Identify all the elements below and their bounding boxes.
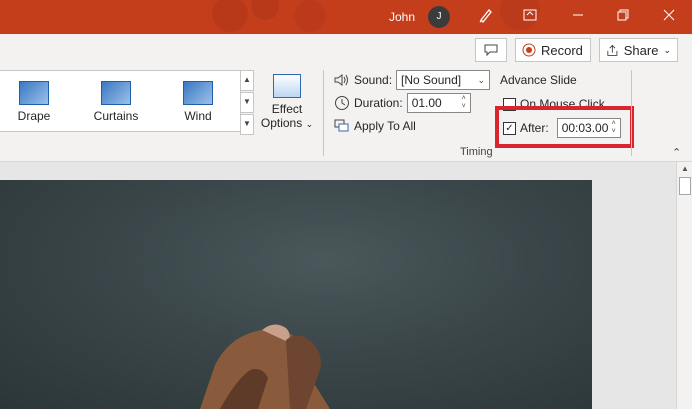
hands-image — [200, 324, 330, 409]
sound-row: Sound: [No Sound] ⌄ — [334, 70, 491, 90]
user-name: John — [389, 10, 416, 24]
transition-label: Curtains — [93, 109, 139, 123]
transition-wind[interactable]: Wind — [168, 77, 228, 123]
comment-icon — [484, 44, 498, 56]
drape-icon — [19, 81, 49, 105]
effect-options-label-1: Effect — [271, 102, 303, 116]
sound-select[interactable]: [No Sound] ⌄ — [396, 70, 491, 90]
chevron-down-icon: ⌄ — [477, 75, 486, 85]
gallery-up-button[interactable]: ▲ — [240, 70, 254, 91]
minimize-icon[interactable] — [568, 7, 588, 27]
gallery-more-button[interactable]: ▼ — [240, 114, 254, 135]
collapse-ribbon-icon[interactable]: ⌃ — [672, 146, 681, 159]
vertical-scrollbar[interactable]: ▲ — [676, 162, 692, 409]
advance-slide-header: Advance Slide — [500, 73, 577, 87]
share-label: Share — [623, 42, 659, 58]
wind-icon — [183, 81, 213, 105]
gallery-down-button[interactable]: ▼ — [240, 92, 254, 113]
sound-value: [No Sound] — [401, 73, 462, 87]
gallery-scroll: ▲ ▼ ▼ — [240, 70, 254, 135]
sound-label: Sound: — [354, 73, 393, 87]
title-bar-decoration — [212, 0, 540, 32]
clock-icon — [335, 96, 349, 110]
restore-icon[interactable] — [613, 7, 633, 27]
slide-image[interactable] — [0, 180, 592, 409]
scroll-up-icon[interactable]: ▲ — [677, 162, 692, 176]
record-button[interactable]: Record — [515, 38, 591, 62]
effect-options-label-2: Options — [260, 116, 303, 130]
chevron-down-icon: ⌄ — [305, 119, 314, 129]
timing-group-label: Timing — [460, 146, 493, 158]
advance-slide-label: Advance Slide — [500, 73, 577, 87]
pen-icon[interactable] — [476, 7, 496, 27]
record-label: Record — [541, 42, 583, 58]
effect-options-button[interactable]: Effect Options ⌄ — [258, 74, 316, 130]
speaker-icon — [334, 74, 348, 86]
comments-button[interactable] — [475, 38, 507, 62]
group-divider — [323, 70, 324, 156]
apply-to-all-label: Apply To All — [354, 119, 416, 133]
transition-label: Drape — [17, 109, 51, 123]
group-divider — [631, 70, 632, 156]
transitions-gallery: Drape Curtains Wind — [0, 70, 241, 132]
share-button[interactable]: Share ⌄ — [599, 38, 678, 62]
title-bar: John J — [0, 0, 692, 34]
apply-to-all-button[interactable]: Apply To All — [334, 119, 416, 133]
duration-row: Duration: 01.00 ˄ ˅ — [334, 93, 471, 113]
scroll-thumb[interactable] — [679, 177, 691, 195]
record-icon — [522, 43, 536, 57]
share-icon — [607, 44, 618, 56]
transition-drape[interactable]: Drape — [4, 77, 64, 123]
apply-to-all-icon — [334, 119, 349, 132]
close-icon[interactable] — [659, 7, 679, 27]
curtains-icon — [101, 81, 131, 105]
after-highlight-box — [495, 106, 634, 148]
transition-label: Wind — [184, 109, 212, 123]
effect-options-icon — [273, 74, 301, 98]
duration-field[interactable]: 01.00 ˄ ˅ — [406, 93, 471, 113]
duration-value: 01.00 — [411, 96, 442, 110]
ribbon-display-icon[interactable] — [520, 7, 540, 27]
avatar[interactable]: J — [428, 6, 450, 28]
duration-label: Duration: — [354, 96, 403, 110]
transition-curtains[interactable]: Curtains — [86, 77, 146, 123]
chevron-down-icon: ⌄ — [663, 44, 671, 55]
stepper-arrows-icon[interactable]: ˄ ˅ — [462, 95, 466, 111]
